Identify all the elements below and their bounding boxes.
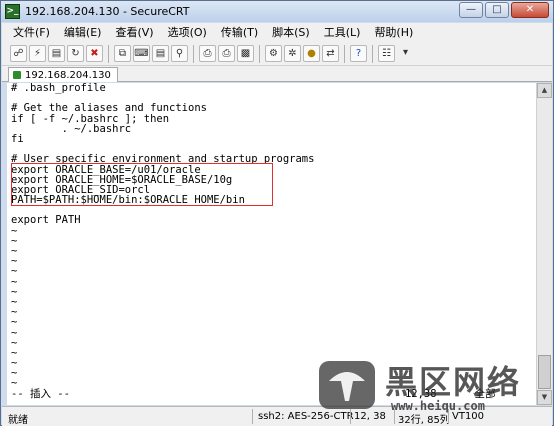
connect-icon[interactable]: ☍	[10, 45, 27, 62]
terminal-line: ~	[11, 316, 18, 329]
keyboard-map-icon[interactable]: ☷	[378, 45, 395, 62]
status-ready: 就绪	[8, 415, 28, 426]
session-tab-strip: 192.168.204.130	[2, 66, 552, 82]
vertical-scrollbar[interactable]: ▲ ▼	[536, 83, 552, 405]
menu-options[interactable]: 选项(O)	[161, 23, 214, 42]
key-map-icon[interactable]: ●	[303, 45, 320, 62]
terminal-line: ~	[11, 255, 18, 268]
scroll-down-icon[interactable]: ▼	[537, 390, 552, 405]
terminal-line: ~	[11, 275, 18, 288]
toolbar-separator	[344, 44, 345, 63]
window-title: 192.168.204.130 - SecureCRT	[25, 5, 190, 18]
tab-session[interactable]: 192.168.204.130	[8, 67, 118, 82]
disconnect-icon[interactable]: ✖	[86, 45, 103, 62]
scroll-up-icon[interactable]: ▲	[537, 83, 552, 98]
print-screen-icon[interactable]: ▩	[237, 45, 254, 62]
terminal-line: ~	[11, 326, 18, 339]
menu-edit[interactable]: 编辑(E)	[57, 23, 109, 42]
copy-icon[interactable]: ⧉	[114, 45, 131, 62]
minimize-button[interactable]: —	[459, 2, 483, 18]
maximize-button[interactable]: □	[485, 2, 509, 18]
status-protocol: ssh2: AES-256-CTR	[258, 411, 354, 422]
terminal-line: ~	[11, 346, 18, 359]
terminal-line: ~	[11, 367, 18, 380]
help-icon[interactable]: ?	[350, 45, 367, 62]
connect-tab-icon[interactable]: ▤	[48, 45, 65, 62]
menu-view[interactable]: 查看(V)	[108, 23, 160, 42]
status-divider	[350, 409, 351, 424]
scrollbar-thumb[interactable]	[538, 355, 551, 389]
close-button[interactable]: ✕	[511, 2, 549, 18]
terminal-line: ~	[11, 295, 18, 308]
terminal-line: ~	[11, 357, 18, 370]
terminal-line: . ~/.bashrc	[11, 122, 132, 135]
tab-label: 192.168.204.130	[25, 69, 111, 81]
toolbar-separator	[259, 44, 260, 63]
terminal-screen[interactable]: # .bash_profile # Get the aliases and fun…	[7, 83, 536, 405]
menu-transfer[interactable]: 传输(T)	[214, 23, 265, 42]
terminal-line: ~	[11, 224, 18, 237]
paste-icon[interactable]: ⌨	[133, 45, 150, 62]
reconnect-icon[interactable]: ↻	[67, 45, 84, 62]
terminal-line: fi	[11, 132, 24, 145]
window-controls: — □ ✕	[459, 2, 549, 18]
find-icon[interactable]: ⚲	[171, 45, 188, 62]
terminal-line: ~	[11, 245, 18, 257]
securecrt-app-icon: >_	[5, 4, 20, 19]
terminal-line: ~	[11, 265, 18, 278]
quick-connect-icon[interactable]: ⚡	[29, 45, 46, 62]
toolbar: ☍ ⚡ ▤ ↻ ✖ ⧉ ⌨ ▤ ⚲ ⎙ ⎙ ▩ ⚙ ✲ ● ⇄ ? ☷ ▾	[2, 42, 552, 66]
sftp-icon[interactable]: ⇄	[322, 45, 339, 62]
menu-script[interactable]: 脚本(S)	[265, 23, 317, 42]
highlight-box	[11, 163, 273, 206]
terminal-line: ~	[11, 306, 18, 319]
status-cursor: 12, 38	[354, 411, 386, 422]
status-terminal-type: VT100	[452, 411, 485, 422]
terminal-line: -- 插入 -- 12,38 全部	[11, 387, 496, 400]
securecrt-window: >_ 192.168.204.130 - SecureCRT — □ ✕ 文件(…	[0, 0, 554, 426]
global-options-icon[interactable]: ✲	[284, 45, 301, 62]
menu-bar: 文件(F) 编辑(E) 查看(V) 选项(O) 传输(T) 脚本(S) 工具(L…	[2, 23, 552, 42]
terminal-line: ~	[11, 234, 18, 247]
menu-tools[interactable]: 工具(L)	[317, 23, 368, 42]
toolbar-separator	[193, 44, 194, 63]
session-options-icon[interactable]: ⚙	[265, 45, 282, 62]
status-divider	[394, 409, 395, 424]
title-bar[interactable]: >_ 192.168.204.130 - SecureCRT — □ ✕	[1, 1, 553, 22]
status-divider	[252, 409, 253, 424]
print-icon[interactable]: ⎙	[218, 45, 235, 62]
terminal-line: ~	[11, 285, 18, 298]
menu-help[interactable]: 帮助(H)	[367, 23, 420, 42]
connected-status-icon	[13, 71, 21, 79]
terminal-line: # .bash_profile	[11, 83, 106, 94]
menu-file[interactable]: 文件(F)	[6, 23, 57, 42]
more-icon[interactable]: ▾	[397, 45, 414, 62]
copy-paste-icon[interactable]: ▤	[152, 45, 169, 62]
print-setup-icon[interactable]: ⎙	[199, 45, 216, 62]
toolbar-separator	[372, 44, 373, 63]
status-divider	[448, 409, 449, 424]
toolbar-separator	[108, 44, 109, 63]
terminal-line: export PATH	[11, 214, 81, 227]
status-bar: 就绪 ssh2: AES-256-CTR 12, 38 32行, 85列 VT1…	[2, 406, 552, 426]
terminal-line: ~	[11, 336, 18, 349]
status-size: 32行, 85列	[398, 415, 450, 426]
